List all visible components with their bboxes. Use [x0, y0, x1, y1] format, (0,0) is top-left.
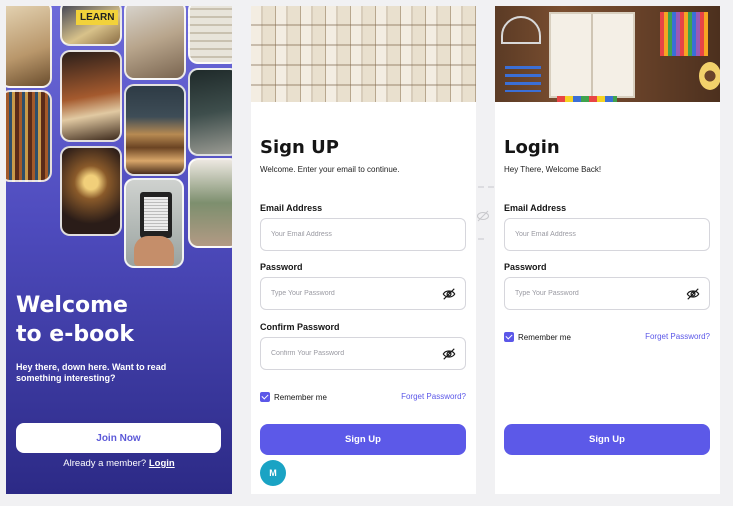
collage-photo-library [60, 146, 122, 236]
welcome-screen: LEARN Welcome to e-book Hey there, down … [6, 6, 232, 494]
signup-hero-image [251, 6, 476, 102]
login-title: Login [504, 137, 560, 158]
eye-off-icon [477, 186, 494, 240]
forgot-password-link[interactable]: Forget Password? [645, 332, 710, 341]
open-notebook [551, 14, 633, 96]
collage-photo-book-stack [124, 84, 186, 176]
collage-photo-pages [188, 6, 232, 64]
eye-off-icon[interactable] [442, 347, 456, 361]
signup-screen: Sign UP Welcome. Enter your email to con… [251, 6, 476, 494]
welcome-title-line1: Welcome [16, 293, 128, 318]
paint-palette [557, 96, 617, 102]
forgot-password-link[interactable]: Forget Password? [401, 392, 466, 401]
login-submit-button[interactable]: Sign Up [504, 424, 710, 455]
ereader-device [140, 192, 172, 238]
checkbox-checked-icon[interactable] [504, 332, 514, 342]
collage-photo-plant [188, 158, 232, 248]
login-subtitle: Hey There, Welcome Back! [504, 165, 602, 174]
checkbox-checked-icon[interactable] [260, 392, 270, 402]
eye-off-icon[interactable] [686, 287, 700, 301]
pens [505, 66, 541, 92]
avatar-icon[interactable]: M [260, 460, 286, 486]
protractor [501, 16, 541, 44]
remember-me-label: Remember me [518, 332, 571, 342]
collage-photo-reading [60, 50, 122, 142]
login-screen: Login Hey There, Welcome Back! Email Add… [495, 6, 720, 494]
email-field[interactable] [260, 218, 466, 251]
welcome-subtitle: Hey there, down here. Want to read somet… [16, 362, 167, 383]
colored-pencils [660, 12, 708, 56]
email-label: Email Address [260, 203, 323, 213]
password-field[interactable] [260, 277, 466, 310]
collage-photo-learn-card: LEARN [60, 6, 122, 46]
tape-roll [699, 62, 720, 90]
email-field[interactable] [504, 218, 710, 251]
password-label: Password [504, 262, 547, 272]
email-label: Email Address [504, 203, 567, 213]
collage-photo-tablet [188, 68, 232, 156]
password-label: Password [260, 262, 303, 272]
confirm-password-field[interactable] [260, 337, 466, 370]
remember-me-row[interactable]: Remember me [260, 392, 327, 402]
welcome-title: Welcome to e-book [16, 291, 226, 349]
sign-up-button[interactable]: Sign Up [260, 424, 466, 455]
remember-me-row[interactable]: Remember me [504, 332, 571, 342]
eye-off-icon[interactable] [442, 287, 456, 301]
hand [134, 236, 174, 266]
member-prompt: Already a member? Login [6, 458, 232, 469]
signup-subtitle: Welcome. Enter your email to continue. [260, 165, 400, 174]
login-link[interactable]: Login [149, 458, 175, 469]
remember-me-label: Remember me [274, 392, 327, 402]
password-field[interactable] [504, 277, 710, 310]
book-photo-collage: LEARN [6, 6, 232, 276]
learn-badge: LEARN [76, 10, 119, 25]
join-now-button[interactable]: Join Now [16, 423, 221, 453]
signup-title: Sign UP [260, 137, 339, 158]
confirm-password-label: Confirm Password [260, 322, 340, 332]
welcome-title-line2: to e-book [16, 322, 134, 347]
login-hero-image [495, 6, 720, 102]
collage-photo-bookshelf [6, 90, 52, 182]
member-text: Already a member? [63, 458, 147, 469]
collage-photo-open-book [6, 6, 52, 88]
collage-photo-ereader [124, 178, 184, 268]
collage-photo-desk [124, 6, 186, 80]
